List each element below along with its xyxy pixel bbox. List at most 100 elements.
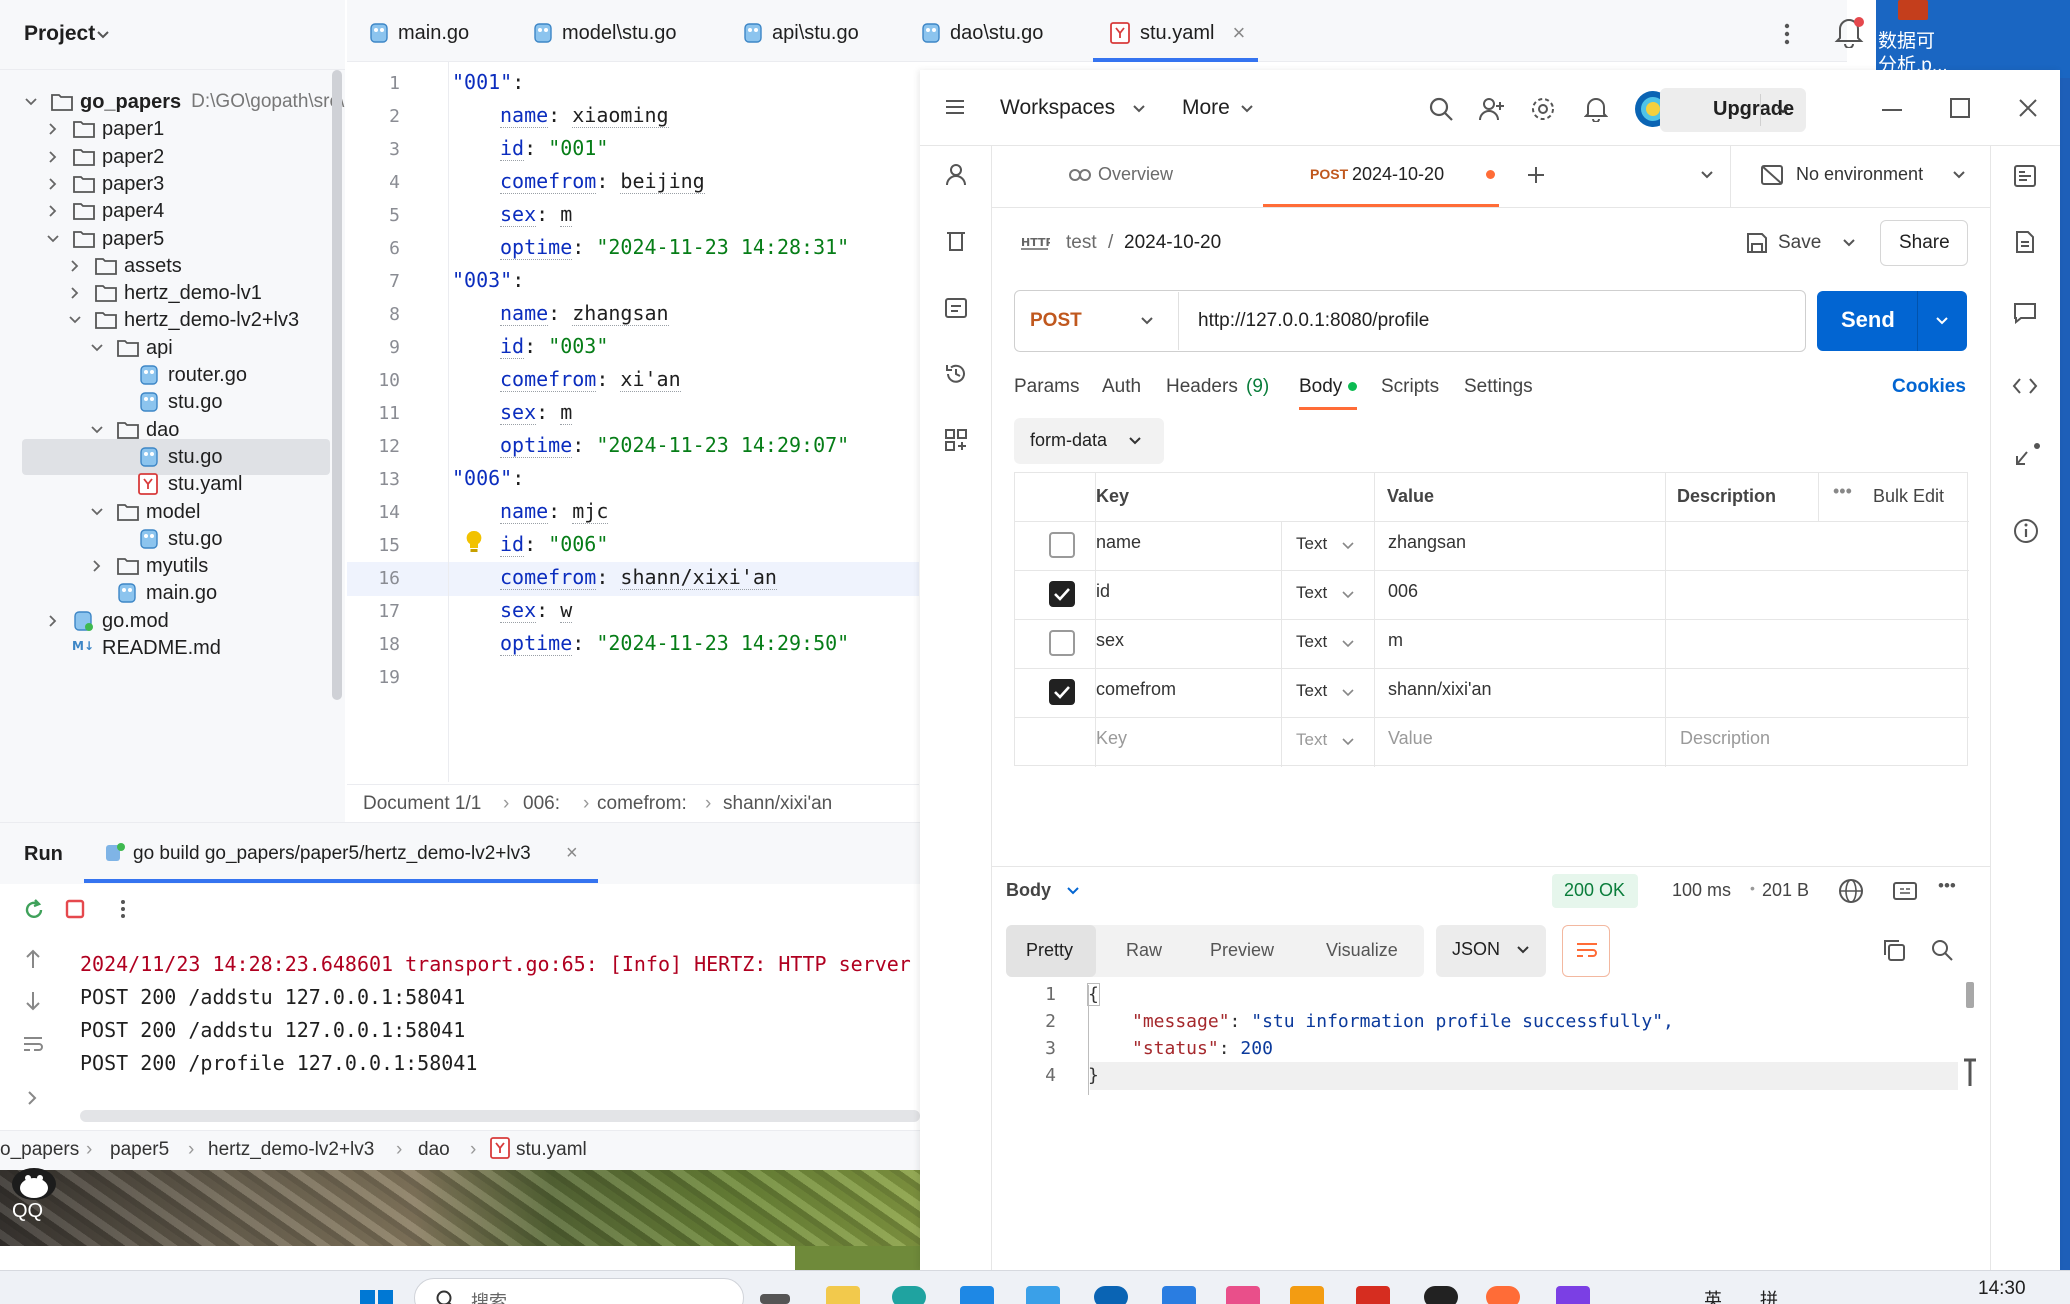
documentation-icon[interactable] (2013, 164, 2037, 188)
tab-api-stu-go[interactable]: api\stu.go (742, 18, 859, 48)
chevron-down-icon[interactable] (1342, 640, 1354, 648)
tab-stu-yaml[interactable]: stu.yaml × (1110, 18, 1245, 48)
tab-request[interactable]: 2024-10-20 (1352, 164, 1444, 185)
related-collections-icon[interactable] (2013, 442, 2043, 468)
format-visualize-tab[interactable]: Visualize (1326, 940, 1398, 961)
upgrade-button[interactable]: Upgrade (1660, 88, 1806, 132)
format-raw-tab[interactable]: Raw (1126, 940, 1162, 961)
tab-auth[interactable]: Auth (1102, 376, 1141, 398)
app-icon[interactable] (1226, 1286, 1260, 1304)
row-value[interactable]: m (1388, 630, 1403, 651)
wps-icon[interactable] (1356, 1286, 1390, 1304)
save-response-icon[interactable] (1892, 880, 1918, 902)
chevron-down-icon[interactable] (88, 339, 106, 357)
row-checkbox[interactable] (1049, 630, 1075, 656)
value-placeholder[interactable]: Value (1388, 728, 1433, 749)
scroll-down-icon[interactable] (24, 990, 42, 1012)
postman-taskbar-icon[interactable] (1486, 1286, 1520, 1304)
row-key[interactable]: id (1096, 581, 1110, 602)
code-icon[interactable] (2011, 376, 2039, 396)
row-checkbox[interactable] (1049, 532, 1075, 558)
chevron-right-icon[interactable] (44, 202, 62, 220)
chevron-down-icon[interactable] (1342, 591, 1354, 599)
rerun-icon[interactable] (22, 898, 46, 922)
path-item[interactable]: paper5 (110, 1139, 169, 1161)
chevron-right-icon[interactable] (44, 120, 62, 138)
file-icon[interactable] (2015, 230, 2035, 254)
edge-browser-icon[interactable] (892, 1286, 926, 1304)
chevron-down-icon[interactable] (1342, 689, 1354, 697)
chevron-down-icon[interactable] (1935, 316, 1949, 326)
tab-overview[interactable]: Overview (1098, 164, 1173, 185)
chevron-down-icon[interactable] (1952, 170, 1966, 180)
tab-scripts[interactable]: Scripts (1381, 376, 1439, 398)
chevron-right-icon[interactable] (66, 284, 84, 302)
share-button[interactable]: Share (1880, 220, 1968, 266)
breadcrumb-item[interactable]: 006: (523, 793, 560, 815)
row-type-select[interactable]: Text (1296, 681, 1327, 701)
chevron-down-icon[interactable] (1700, 170, 1714, 180)
path-item[interactable]: o_papers (0, 1139, 79, 1161)
chevron-down-icon[interactable] (44, 230, 62, 248)
history-icon[interactable] (944, 362, 968, 386)
stop-icon[interactable] (64, 898, 86, 920)
send-button[interactable]: Send (1817, 291, 1967, 351)
row-type-select[interactable]: Text (1296, 730, 1327, 750)
breadcrumb-item[interactable]: shann/xixi'an (723, 793, 832, 815)
more-vertical-icon[interactable] (1783, 22, 1791, 46)
search-icon[interactable] (1930, 938, 1954, 962)
globe-icon[interactable] (1838, 878, 1864, 904)
request-name[interactable]: 2024-10-20 (1124, 232, 1221, 254)
notification-bell-icon[interactable] (1834, 16, 1864, 48)
cookies-link[interactable]: Cookies (1892, 376, 1966, 398)
row-checkbox[interactable] (1049, 581, 1075, 607)
add-user-icon[interactable] (1478, 96, 1506, 122)
hamburger-menu-icon[interactable] (944, 98, 966, 116)
settings-gear-icon[interactable] (1530, 96, 1556, 122)
response-body-label[interactable]: Body (1006, 880, 1051, 901)
api-icon[interactable] (944, 296, 968, 320)
bulk-edit-button[interactable]: Bulk Edit (1873, 486, 1944, 507)
status-badge[interactable]: 200 OK (1552, 874, 1638, 908)
app-icon[interactable] (1026, 1286, 1060, 1304)
environment-selector[interactable]: No environment (1796, 164, 1923, 185)
chevron-right-icon[interactable] (44, 612, 62, 630)
tab-main-go[interactable]: main.go (368, 18, 469, 48)
response-size[interactable]: 201 B (1762, 880, 1809, 901)
powerpoint-file-icon[interactable] (1898, 0, 1928, 20)
apps-icon[interactable] (944, 428, 968, 452)
chevron-right-icon[interactable] (44, 148, 62, 166)
chevron-down-icon[interactable] (1776, 105, 1790, 115)
maximize-icon[interactable] (1950, 98, 1970, 118)
ime-mode[interactable]: 拼 (1760, 1286, 1778, 1304)
run-config-tab[interactable]: go build go_papers/paper5/hertz_demo-lv2… (133, 843, 531, 865)
save-button[interactable]: Save (1778, 232, 1821, 254)
chevron-down-icon[interactable] (1342, 542, 1354, 550)
more-vertical-icon[interactable] (120, 898, 126, 920)
response-scrollbar[interactable] (1966, 982, 1974, 1008)
tree-item[interactable]: M↓ README.md (44, 630, 221, 666)
qq-penguin-icon[interactable] (4, 1166, 58, 1200)
chevron-down-icon[interactable] (96, 30, 110, 40)
user-icon[interactable] (944, 162, 968, 186)
more-menu[interactable]: More (1182, 96, 1230, 120)
task-view-icon[interactable] (760, 1294, 790, 1304)
qq-desktop-label[interactable]: QQ (12, 1200, 43, 1223)
app-icon[interactable] (960, 1286, 994, 1304)
save-icon[interactable] (1746, 232, 1768, 254)
new-tab-plus-icon[interactable] (1526, 165, 1546, 185)
copy-icon[interactable] (1882, 938, 1906, 962)
description-placeholder[interactable]: Description (1680, 728, 1770, 749)
chevron-down-icon[interactable] (1132, 104, 1146, 114)
notification-bell-icon[interactable] (1584, 96, 1608, 122)
key-placeholder[interactable]: Key (1096, 728, 1127, 749)
comments-icon[interactable] (2013, 302, 2037, 324)
tab-body[interactable]: Body (1299, 376, 1342, 398)
breadcrumb-item[interactable]: comefrom: (597, 793, 687, 815)
row-value[interactable]: zhangsan (1388, 532, 1466, 553)
app-icon[interactable] (1290, 1286, 1324, 1304)
path-item[interactable]: hertz_demo-lv2+lv3 (208, 1139, 374, 1161)
more-horizontal-icon[interactable]: ••• (1833, 481, 1852, 502)
close-icon[interactable]: × (1232, 20, 1245, 46)
info-icon[interactable] (2013, 518, 2039, 544)
